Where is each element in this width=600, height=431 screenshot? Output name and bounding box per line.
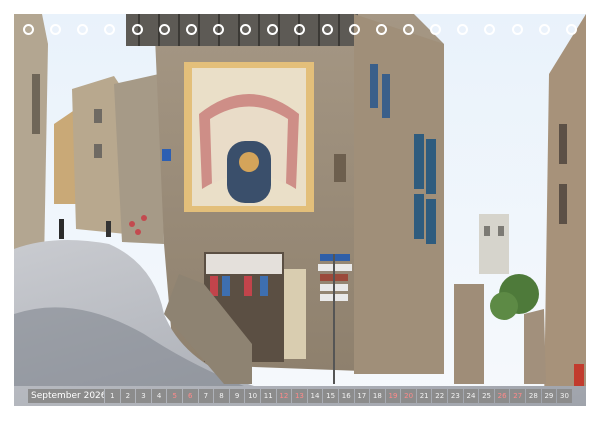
- day-cell: 15: [323, 389, 338, 403]
- day-cell: 8: [214, 389, 229, 403]
- day-cell: 7: [198, 389, 214, 403]
- binding-ring: [212, 24, 224, 35]
- day-cell: 19: [385, 389, 401, 403]
- day-cell: 26: [494, 389, 510, 403]
- binding-ring: [511, 24, 523, 35]
- day-cell: 5: [167, 389, 182, 403]
- day-cell: 14: [307, 389, 323, 403]
- day-cell: 12: [276, 389, 292, 403]
- calendar-strip: September 2026 1 2 3 4 5 6 7 8 9 10 11 12 13 14 15 16 17…: [28, 389, 572, 403]
- day-cell: 29: [541, 389, 557, 403]
- binding-ring: [158, 24, 170, 35]
- binding-ring: [375, 24, 387, 35]
- binding-ring: [457, 24, 469, 35]
- day-cell: 22: [432, 389, 448, 403]
- binding-ring: [294, 24, 306, 35]
- day-cell: 24: [463, 389, 479, 403]
- binding-ring: [131, 24, 143, 35]
- binding-ring: [430, 24, 442, 35]
- day-cell: 3: [136, 389, 151, 403]
- day-cell: 1: [105, 389, 120, 403]
- binding-ring: [23, 24, 34, 35]
- calendar-page: September 2026 1 2 3 4 5 6 7 8 9 10 11 12 13 14 15 16 17…: [0, 0, 600, 431]
- binding-ring: [538, 24, 550, 35]
- day-cell: 4: [151, 389, 167, 403]
- binding-ring: [77, 24, 89, 35]
- day-cell: 2: [120, 389, 136, 403]
- binding-ring: [321, 24, 333, 35]
- binding-ring: [104, 24, 116, 35]
- day-cell: 20: [401, 389, 416, 403]
- day-cell: 10: [245, 389, 260, 403]
- day-cell: 13: [292, 389, 307, 403]
- day-cell: 21: [416, 389, 432, 403]
- day-cell: 9: [229, 389, 245, 403]
- street-photo: [14, 14, 586, 406]
- day-cell: 6: [182, 389, 198, 403]
- binding-ring: [267, 24, 279, 35]
- day-cell: 16: [338, 389, 354, 403]
- binding-ring: [240, 24, 252, 35]
- day-cell: 18: [370, 389, 385, 403]
- day-cell: 17: [354, 389, 370, 403]
- day-cell: 25: [479, 389, 494, 403]
- day-cell: 30: [557, 389, 572, 403]
- binding-ring: [402, 24, 414, 35]
- binding-ring: [565, 24, 577, 35]
- day-cell: 11: [260, 389, 276, 403]
- binding-ring: [50, 24, 62, 35]
- binding-ring: [484, 24, 496, 35]
- day-cell: 23: [448, 389, 463, 403]
- assisi-street-image: [14, 14, 586, 406]
- month-label: September 2026: [28, 389, 104, 403]
- day-cell: 28: [526, 389, 541, 403]
- binding-rings: [14, 24, 586, 40]
- binding-ring: [348, 24, 360, 35]
- day-cell: 27: [510, 389, 526, 403]
- binding-ring: [185, 24, 197, 35]
